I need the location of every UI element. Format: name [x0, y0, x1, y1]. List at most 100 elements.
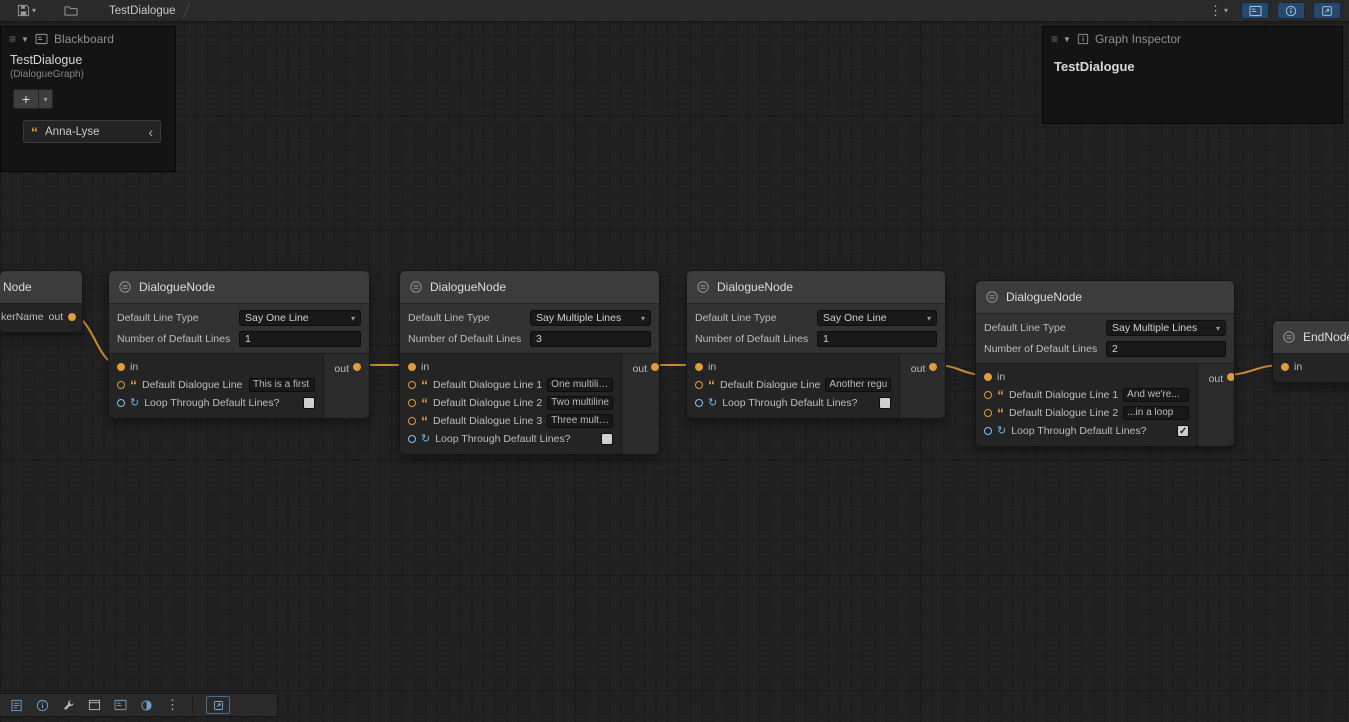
node-title-bar[interactable]: EndNode: [1273, 321, 1349, 353]
node-title-bar[interactable]: Node: [0, 271, 82, 303]
in-port[interactable]: [984, 373, 992, 381]
drag-handle-icon[interactable]: ≡: [1051, 32, 1057, 46]
quote-icon: “: [130, 380, 137, 390]
loop-checkbox[interactable]: [879, 397, 891, 409]
collapse-caret-icon[interactable]: ▼: [1063, 35, 1071, 44]
dialogue-node-3[interactable]: DialogueNode Default Line Type Say One L…: [686, 270, 946, 419]
out-port[interactable]: [68, 313, 76, 321]
tools-button[interactable]: [62, 699, 75, 712]
out-port[interactable]: [1227, 373, 1235, 381]
bottom-toolbar: ⋮: [0, 693, 278, 717]
loop-port[interactable]: [984, 427, 992, 435]
num-default-lines-field[interactable]: 3: [530, 331, 651, 347]
collapse-caret-icon[interactable]: ▼: [21, 35, 29, 44]
inspector-header[interactable]: ≡ ▼ Graph Inspector: [1043, 27, 1342, 51]
line-type-dropdown[interactable]: Say Multiple Lines ▾: [1106, 320, 1226, 336]
document-panel-button[interactable]: [10, 699, 23, 712]
loop-port[interactable]: [695, 399, 703, 407]
quote-icon: “: [421, 398, 428, 408]
loop-checkbox[interactable]: [303, 397, 315, 409]
kebab-icon: ⋮: [1209, 3, 1222, 19]
open-script-button[interactable]: [1313, 2, 1341, 19]
out-port[interactable]: [651, 363, 659, 371]
dropdown-caret-icon: ▾: [351, 314, 355, 323]
loop-checkbox[interactable]: ✓: [1177, 425, 1189, 437]
loop-icon: ↻: [130, 398, 139, 408]
string-parameter-icon: “: [31, 127, 38, 137]
node-title-bar[interactable]: DialogueNode: [687, 271, 945, 303]
out-port[interactable]: [929, 363, 937, 371]
graph-tab[interactable]: TestDialogue: [109, 0, 186, 22]
prop-label: Default Line Type: [117, 312, 239, 324]
in-port[interactable]: [1281, 363, 1289, 371]
node-title-bar[interactable]: DialogueNode: [400, 271, 659, 303]
line-type-dropdown[interactable]: Say One Line ▾: [817, 310, 937, 326]
more-options-button[interactable]: ⋮: [166, 697, 179, 713]
caret-icon: ▾: [43, 95, 47, 104]
dialogue-node-4[interactable]: DialogueNode Default Line Type Say Multi…: [975, 280, 1235, 447]
info-panel-button[interactable]: [36, 699, 49, 712]
dialogue-line-port[interactable]: [117, 381, 125, 389]
add-parameter-button[interactable]: +: [13, 89, 39, 109]
graph-inspector-panel[interactable]: ≡ ▼ Graph Inspector TestDialogue: [1042, 26, 1343, 124]
num-default-lines-field[interactable]: 1: [239, 331, 361, 347]
out-port[interactable]: [353, 363, 361, 371]
dialogue-line-input[interactable]: Three multilin: [547, 414, 613, 428]
dialogue-line-input[interactable]: And we're...: [1123, 388, 1189, 402]
add-parameter-caret-button[interactable]: ▾: [39, 89, 53, 109]
num-default-lines-field[interactable]: 1: [817, 331, 937, 347]
port-label: Default Dialogue Line 2: [1009, 407, 1118, 419]
dialogue-node-2[interactable]: DialogueNode Default Line Type Say Multi…: [399, 270, 660, 455]
dialogue-line-port[interactable]: [984, 391, 992, 399]
in-port[interactable]: [117, 363, 125, 371]
open-external-button[interactable]: [206, 696, 230, 714]
prop-label: Default Line Type: [408, 312, 530, 324]
dialogue-line-input[interactable]: Two multiline: [547, 396, 613, 410]
toggle-blackboard-button[interactable]: [1241, 2, 1269, 19]
in-port-label: in: [421, 361, 429, 373]
line-type-dropdown[interactable]: Say One Line ▾: [239, 310, 361, 326]
loop-port[interactable]: [117, 399, 125, 407]
toggle-inspector-button[interactable]: [1277, 2, 1305, 19]
blackboard-button[interactable]: [114, 699, 127, 711]
in-port-label: in: [1294, 361, 1302, 373]
dialogue-node-icon: [409, 280, 423, 294]
dialogue-line-port[interactable]: [408, 417, 416, 425]
dialogue-line-input[interactable]: ...in a loop: [1123, 406, 1189, 420]
preview-toggle-button[interactable]: [140, 699, 153, 712]
out-port-label: out: [334, 363, 349, 375]
blackboard-header[interactable]: ≡ ▼ Blackboard: [1, 27, 175, 51]
folder-icon: [64, 4, 78, 17]
inspected-graph-name: TestDialogue: [1043, 51, 1342, 82]
expand-chevron-icon[interactable]: ‹: [148, 124, 153, 140]
loop-checkbox[interactable]: [601, 433, 613, 445]
dialogue-line-port[interactable]: [408, 381, 416, 389]
dialogue-line-port[interactable]: [695, 381, 703, 389]
window-button[interactable]: [88, 699, 101, 711]
in-port[interactable]: [695, 363, 703, 371]
num-default-lines-field[interactable]: 2: [1106, 341, 1226, 357]
speaker-node-clipped[interactable]: Node kerName out: [0, 270, 83, 333]
dialogue-line-port[interactable]: [984, 409, 992, 417]
breadcrumb-separator: [182, 3, 189, 18]
save-button[interactable]: ▾: [12, 0, 41, 22]
dialogue-node-1[interactable]: DialogueNode Default Line Type Say One L…: [108, 270, 370, 419]
in-port[interactable]: [408, 363, 416, 371]
open-folder-button[interactable]: [59, 0, 83, 22]
parameter-anna-lyse[interactable]: “ Anna-Lyse ‹: [23, 120, 161, 143]
loop-port[interactable]: [408, 435, 416, 443]
dropdown-value: Say One Line: [823, 312, 887, 324]
drag-handle-icon[interactable]: ≡: [9, 32, 15, 46]
dialogue-line-input[interactable]: One multiline: [547, 378, 613, 392]
line-type-dropdown[interactable]: Say Multiple Lines ▾: [530, 310, 651, 326]
dialogue-line-port[interactable]: [408, 399, 416, 407]
node-title-bar[interactable]: DialogueNode: [976, 281, 1234, 313]
node-title-bar[interactable]: DialogueNode: [109, 271, 369, 303]
prop-label: Default Line Type: [984, 322, 1106, 334]
dialogue-line-input[interactable]: Another regu: [825, 378, 891, 392]
end-node[interactable]: EndNode in: [1272, 320, 1349, 383]
dialogue-line-input[interactable]: This is a first: [249, 378, 315, 392]
blackboard-panel[interactable]: ≡ ▼ Blackboard TestDialogue (DialogueGra…: [0, 26, 176, 172]
blackboard-icon: [35, 33, 48, 45]
overflow-menu-button[interactable]: ⋮ ▾: [1204, 0, 1233, 22]
